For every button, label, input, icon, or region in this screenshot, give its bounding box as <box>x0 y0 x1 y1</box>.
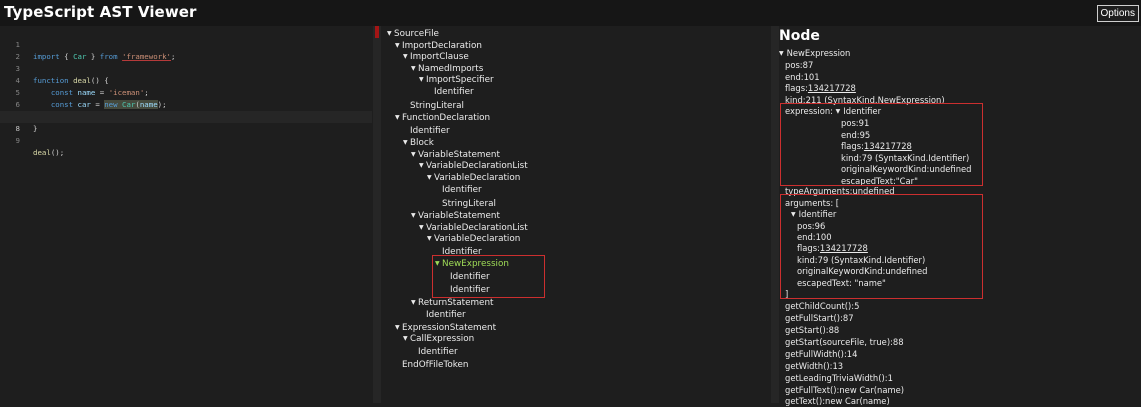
code-token: deal <box>33 148 51 157</box>
tree-node[interactable]: Identifier <box>434 86 474 98</box>
tree-node-label: EndOfFileToken <box>402 360 469 370</box>
code-token: (); <box>50 148 65 157</box>
method-row: getWidth():13 <box>785 361 844 371</box>
tree-node[interactable]: ▼ VariableDeclarationList <box>419 160 528 172</box>
triangle-down-icon: ▼ <box>779 50 784 57</box>
tree-node[interactable]: ▼ ImportClause <box>403 51 469 63</box>
tree-node[interactable]: EndOfFileToken <box>402 359 469 371</box>
triangle-down-icon: ▼ <box>411 212 416 219</box>
code-line[interactable]: 9 deal(); <box>0 123 372 157</box>
method-row: getLeadingTriviaWidth():1 <box>785 373 893 383</box>
options-button[interactable]: Options <box>1096 5 1139 22</box>
highlight-box <box>780 103 983 186</box>
code-line[interactable]: 1 import { Car } from 'framework'; <box>0 27 372 61</box>
tree-node[interactable]: Identifier <box>426 309 466 321</box>
code-editor[interactable]: 1 import { Car } from 'framework'; 2 3 f… <box>0 26 372 403</box>
property-text: NewExpression <box>786 48 851 58</box>
triangle-down-icon: ▼ <box>419 162 424 169</box>
tree-node-label: Identifier <box>442 185 482 195</box>
tree-node-label: NamedImports <box>418 64 484 74</box>
tree-node-label: CallExpression <box>410 334 475 344</box>
method-row: getChildCount():5 <box>785 301 860 311</box>
tree-node-label: Identifier <box>434 87 474 97</box>
method-row: getStart(sourceFile, true):88 <box>785 337 904 347</box>
highlight-box <box>432 255 545 298</box>
tree-node[interactable]: ▼ FunctionDeclaration <box>395 112 490 124</box>
code-line-current[interactable]: 8 <box>0 111 372 133</box>
splitter-tree-node[interactable] <box>771 26 779 403</box>
tree-node[interactable]: StringLiteral <box>410 100 464 112</box>
tree-node[interactable]: ▼ VariableStatement <box>411 210 500 222</box>
triangle-down-icon: ▼ <box>411 151 416 158</box>
node-root[interactable]: ▼ NewExpression <box>779 47 850 59</box>
triangle-down-icon: ▼ <box>403 335 408 342</box>
triangle-down-icon: ▼ <box>403 139 408 146</box>
triangle-down-icon: ▼ <box>411 65 416 72</box>
scroll-position-marker <box>375 26 379 38</box>
tree-node-label: FunctionDeclaration <box>402 113 491 123</box>
tree-node[interactable]: ▼ VariableDeclaration <box>427 233 520 245</box>
triangle-down-icon: ▼ <box>395 42 400 49</box>
triangle-down-icon: ▼ <box>403 53 408 60</box>
property-key: flags: <box>785 83 808 93</box>
property-row: flags:134217728 <box>785 82 856 94</box>
tree-node-label: VariableDeclarationList <box>426 223 528 233</box>
method-row: getFullWidth():14 <box>785 349 858 359</box>
code-line[interactable]: 3 function deal() { <box>0 51 372 85</box>
tree-node-label: StringLiteral <box>410 101 464 111</box>
tree-node-label: Block <box>410 138 434 148</box>
code-line[interactable]: 2 <box>0 39 372 61</box>
triangle-down-icon: ▼ <box>427 174 432 181</box>
node-panel-title: Node <box>779 28 820 44</box>
tree-node[interactable]: ▼ ImportSpecifier <box>419 74 494 86</box>
triangle-down-icon: ▼ <box>387 30 392 37</box>
tree-node-label: VariableDeclarationList <box>426 161 528 171</box>
flags-link[interactable]: 134217728 <box>808 83 856 93</box>
tree-node-label: ImportSpecifier <box>426 75 494 85</box>
tree-node-label: StringLiteral <box>442 199 496 209</box>
ast-tree-panel: ▼ SourceFile ▼ ImportDeclaration ▼ ImportCl… <box>381 26 771 403</box>
tree-node-label: Identifier <box>410 126 450 136</box>
tree-node-label: Identifier <box>418 347 458 357</box>
method-row: getStart():88 <box>785 325 840 335</box>
triangle-down-icon: ▼ <box>419 224 424 231</box>
header-bar: TypeScript AST Viewer Options <box>0 0 1141 26</box>
method-row: getFullStart():87 <box>785 313 854 323</box>
node-properties-panel: Node ▼ NewExpression pos:87 end:101 flags… <box>779 26 1141 406</box>
tree-node[interactable]: Identifier <box>418 346 458 358</box>
line-number: 9 <box>15 136 20 145</box>
tree-node[interactable]: ▼ Block <box>403 137 434 149</box>
tree-node[interactable]: StringLiteral <box>442 198 496 210</box>
property-row: pos:87 <box>785 60 814 70</box>
tree-node-label: ExpressionStatement <box>402 323 497 333</box>
tree-node[interactable]: Identifier <box>442 184 482 196</box>
code-line[interactable]: 4 const name = 'iceman'; <box>0 63 372 97</box>
method-row: getText():new Car(name) <box>785 396 890 406</box>
app-title: TypeScript AST Viewer <box>4 3 197 21</box>
splitter-editor-tree[interactable] <box>373 26 381 403</box>
tree-node[interactable]: ▼ VariableDeclaration <box>427 172 520 184</box>
tree-node[interactable]: ▼ SourceFile <box>387 28 439 40</box>
tree-node-label: VariableStatement <box>418 150 500 160</box>
tree-node[interactable]: ▼ ReturnStatement <box>411 297 493 309</box>
triangle-down-icon: ▼ <box>411 299 416 306</box>
tree-node-label: VariableStatement <box>418 211 500 221</box>
triangle-down-icon: ▼ <box>427 235 432 242</box>
tree-node-label: ImportDeclaration <box>402 41 482 51</box>
code-line[interactable]: 6 return car; <box>0 87 372 121</box>
code-line[interactable]: 7 } <box>0 99 372 133</box>
tree-node[interactable]: ▼ CallExpression <box>403 333 474 345</box>
tree-node-label: Identifier <box>426 310 466 320</box>
highlight-box <box>780 194 983 299</box>
code-line[interactable]: 5 const car = new Car(name); <box>0 75 372 109</box>
triangle-down-icon: ▼ <box>395 114 400 121</box>
tree-node-label: SourceFile <box>394 29 439 39</box>
tree-node[interactable]: Identifier <box>410 125 450 137</box>
tree-node-label: VariableDeclaration <box>434 234 521 244</box>
triangle-down-icon: ▼ <box>419 76 424 83</box>
tree-node-label: VariableDeclaration <box>434 173 521 183</box>
tree-node-label: ImportClause <box>410 52 469 62</box>
tree-node-label: ReturnStatement <box>418 298 494 308</box>
triangle-down-icon: ▼ <box>395 324 400 331</box>
